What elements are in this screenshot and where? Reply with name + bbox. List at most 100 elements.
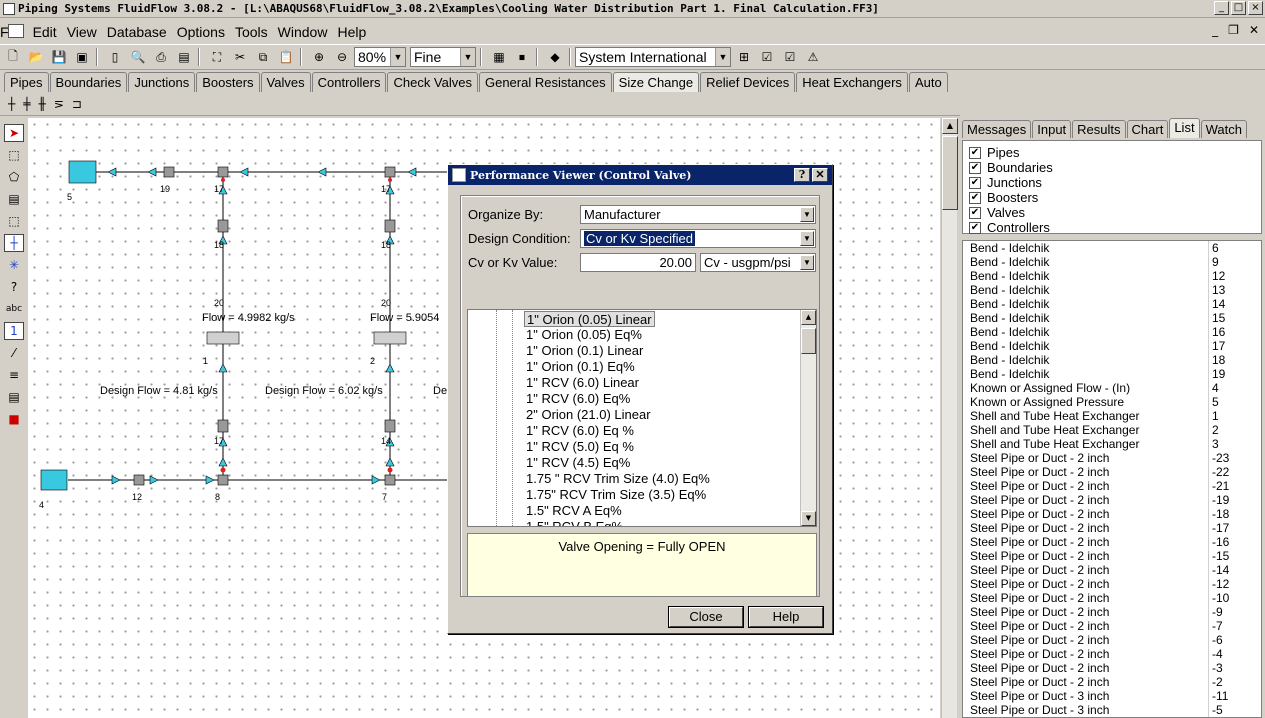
- maximize-button[interactable]: □: [1231, 1, 1246, 15]
- list-item[interactable]: Bend - Idelchik 6: [963, 241, 1261, 255]
- valve-item[interactable]: 1" Orion (0.1) Eq%: [526, 359, 635, 375]
- cut-icon[interactable]: ✂: [230, 47, 250, 67]
- checkbox-icon[interactable]: ✔: [969, 146, 981, 159]
- valve-item[interactable]: 2" Orion (21.0) Linear: [526, 407, 651, 423]
- open-folder-icon[interactable]: 📂: [26, 47, 46, 67]
- list-icon[interactable]: ▤: [4, 388, 24, 406]
- list-item[interactable]: Shell and Tube Heat Exchanger 2: [963, 423, 1261, 437]
- list-item[interactable]: Steel Pipe or Duct - 2 inch -15: [963, 549, 1261, 563]
- filter-valves[interactable]: ✔ Valves: [969, 205, 1261, 220]
- quality-select[interactable]: Fine ▼: [410, 47, 476, 67]
- valve-item[interactable]: 1" RCV (4.5) Eq%: [526, 455, 630, 471]
- filter-pipes[interactable]: ✔ Pipes: [969, 145, 1261, 160]
- list-item[interactable]: Steel Pipe or Duct - 2 inch -22: [963, 465, 1261, 479]
- tab-results[interactable]: Results: [1072, 120, 1126, 138]
- size-change-item-icon[interactable]: ⋝: [54, 97, 64, 111]
- check-icon[interactable]: ☑: [780, 47, 800, 67]
- valve-list-scrollbar[interactable]: ▲ ▼: [800, 310, 816, 526]
- mdi-minimize-button[interactable]: _: [1212, 23, 1218, 37]
- scroll-down-icon[interactable]: ▼: [801, 511, 816, 526]
- menu-window[interactable]: Window: [278, 24, 338, 40]
- list-item[interactable]: Steel Pipe or Duct - 2 inch -19: [963, 493, 1261, 507]
- mdi-restore-button[interactable]: ❐: [1228, 23, 1239, 37]
- list-item[interactable]: Steel Pipe or Duct - 2 inch -6: [963, 633, 1261, 647]
- checkbox-icon[interactable]: ✔: [969, 206, 981, 219]
- valve-item[interactable]: 1" Orion (0.1) Linear: [526, 343, 643, 359]
- list-item[interactable]: Bend - Idelchik 18: [963, 353, 1261, 367]
- list-item[interactable]: Steel Pipe or Duct - 2 inch -4: [963, 647, 1261, 661]
- tab-boundaries[interactable]: Boundaries: [49, 72, 128, 92]
- valve-list[interactable]: 1" Orion (0.05) Linear 1" Orion (0.05) Eq…: [467, 309, 817, 527]
- page-icon[interactable]: ▯: [105, 47, 125, 67]
- list-item[interactable]: Shell and Tube Heat Exchanger 1: [963, 409, 1261, 423]
- organize-select[interactable]: Manufacturer ▼: [580, 205, 816, 224]
- pipe-tool-icon[interactable]: ┼: [4, 234, 24, 252]
- list-item[interactable]: Steel Pipe or Duct - 2 inch -7: [963, 619, 1261, 633]
- checkbox-icon[interactable]: ✔: [969, 176, 981, 189]
- tab-size-change[interactable]: Size Change: [612, 72, 700, 92]
- list-item[interactable]: Steel Pipe or Duct - 2 inch -16: [963, 535, 1261, 549]
- tab-heat-exchangers[interactable]: Heat Exchangers: [796, 72, 908, 92]
- select-arrow-icon[interactable]: ➤: [4, 124, 24, 142]
- warning-icon[interactable]: ⚠: [803, 47, 823, 67]
- list-item[interactable]: Steel Pipe or Duct - 2 inch -18: [963, 507, 1261, 521]
- valve-item[interactable]: 1.75" RCV Trim Size (3.5) Eq%: [526, 487, 706, 503]
- help-button[interactable]: Help: [749, 607, 823, 627]
- list-item[interactable]: Bend - Idelchik 14: [963, 297, 1261, 311]
- tab-general-resistances[interactable]: General Resistances: [478, 72, 612, 92]
- close-icon[interactable]: ✕: [812, 168, 828, 182]
- checklist-icon[interactable]: ☑: [757, 47, 777, 67]
- number-icon[interactable]: 1: [4, 322, 24, 340]
- units-select[interactable]: System International ▼: [575, 47, 731, 67]
- list-item[interactable]: Steel Pipe or Duct - 2 inch -3: [963, 661, 1261, 675]
- valve-item[interactable]: 1.5" RCV A Eq%: [526, 503, 622, 519]
- save-icon[interactable]: 💾: [49, 47, 69, 67]
- tab-auto[interactable]: Auto: [908, 72, 948, 92]
- list-item[interactable]: Bend - Idelchik 19: [963, 367, 1261, 381]
- export-icon[interactable]: ▤: [174, 47, 194, 67]
- menu-tools[interactable]: Tools: [235, 24, 278, 40]
- list-item[interactable]: Steel Pipe or Duct - 2 inch -21: [963, 479, 1261, 493]
- scroll-up-icon[interactable]: ▲: [942, 118, 958, 134]
- list-item[interactable]: Steel Pipe or Duct - 2 inch -12: [963, 577, 1261, 591]
- list-item[interactable]: Steel Pipe or Duct - 2 inch -10: [963, 591, 1261, 605]
- valve-item[interactable]: 1.5" RCV B Eq%: [526, 519, 623, 526]
- zoom-out-icon[interactable]: ⊖: [332, 47, 352, 67]
- valve-item[interactable]: 1" RCV (6.0) Linear: [526, 375, 639, 391]
- help-icon[interactable]: ?: [794, 168, 810, 182]
- mdi-close-button[interactable]: ✕: [1249, 23, 1259, 37]
- filter-junctions[interactable]: ✔ Junctions: [969, 175, 1261, 190]
- valve-item[interactable]: 1" RCV (6.0) Eq %: [526, 423, 634, 439]
- design-condition-select[interactable]: Cv or Kv Specified ▼: [580, 229, 816, 248]
- find-icon[interactable]: ⛶: [207, 47, 227, 67]
- heat-exchanger-2-icon[interactable]: [373, 331, 407, 345]
- size-change-item-icon[interactable]: ╫: [38, 97, 45, 111]
- list-item[interactable]: Steel Pipe or Duct - 2 inch -2: [963, 675, 1261, 689]
- checkbox-icon[interactable]: ✔: [969, 161, 981, 174]
- tab-list[interactable]: List: [1169, 118, 1200, 138]
- zoom-rect-icon[interactable]: ⬚: [4, 212, 24, 230]
- list-item[interactable]: Bend - Idelchik 15: [963, 311, 1261, 325]
- tab-input[interactable]: Input: [1032, 120, 1072, 138]
- list-item[interactable]: Steel Pipe or Duct - 2 inch -14: [963, 563, 1261, 577]
- size-change-item-icon[interactable]: ⊐: [72, 97, 82, 111]
- valve-item[interactable]: 1" RCV (5.0) Eq %: [526, 439, 634, 455]
- menu-view[interactable]: View: [67, 24, 107, 40]
- list-item[interactable]: Bend - Idelchik 9: [963, 255, 1261, 269]
- filter-boosters[interactable]: ✔ Boosters: [969, 190, 1261, 205]
- tab-messages[interactable]: Messages: [962, 120, 1032, 138]
- minimize-button[interactable]: _: [1214, 1, 1229, 15]
- document-icon[interactable]: [8, 24, 24, 38]
- list-item[interactable]: Steel Pipe or Duct - 3 inch -5: [963, 703, 1261, 717]
- list-item[interactable]: Steel Pipe or Duct - 2 inch -9: [963, 605, 1261, 619]
- list-item[interactable]: Steel Pipe or Duct - 2 inch -23: [963, 451, 1261, 465]
- tab-valves[interactable]: Valves: [260, 72, 311, 92]
- list-item[interactable]: Steel Pipe or Duct - 3 inch -11: [963, 689, 1261, 703]
- canvas-scrollbar[interactable]: ▲: [941, 118, 958, 718]
- menu-help[interactable]: Help: [337, 24, 376, 40]
- size-change-item-icon[interactable]: ╪: [23, 97, 30, 111]
- tab-boosters[interactable]: Boosters: [196, 72, 260, 92]
- list-item[interactable]: Known or Assigned Flow - (In) 4: [963, 381, 1261, 395]
- save-as-icon[interactable]: ▣: [72, 47, 92, 67]
- cv-unit-select[interactable]: Cv - usgpm/psi ▼: [700, 253, 816, 272]
